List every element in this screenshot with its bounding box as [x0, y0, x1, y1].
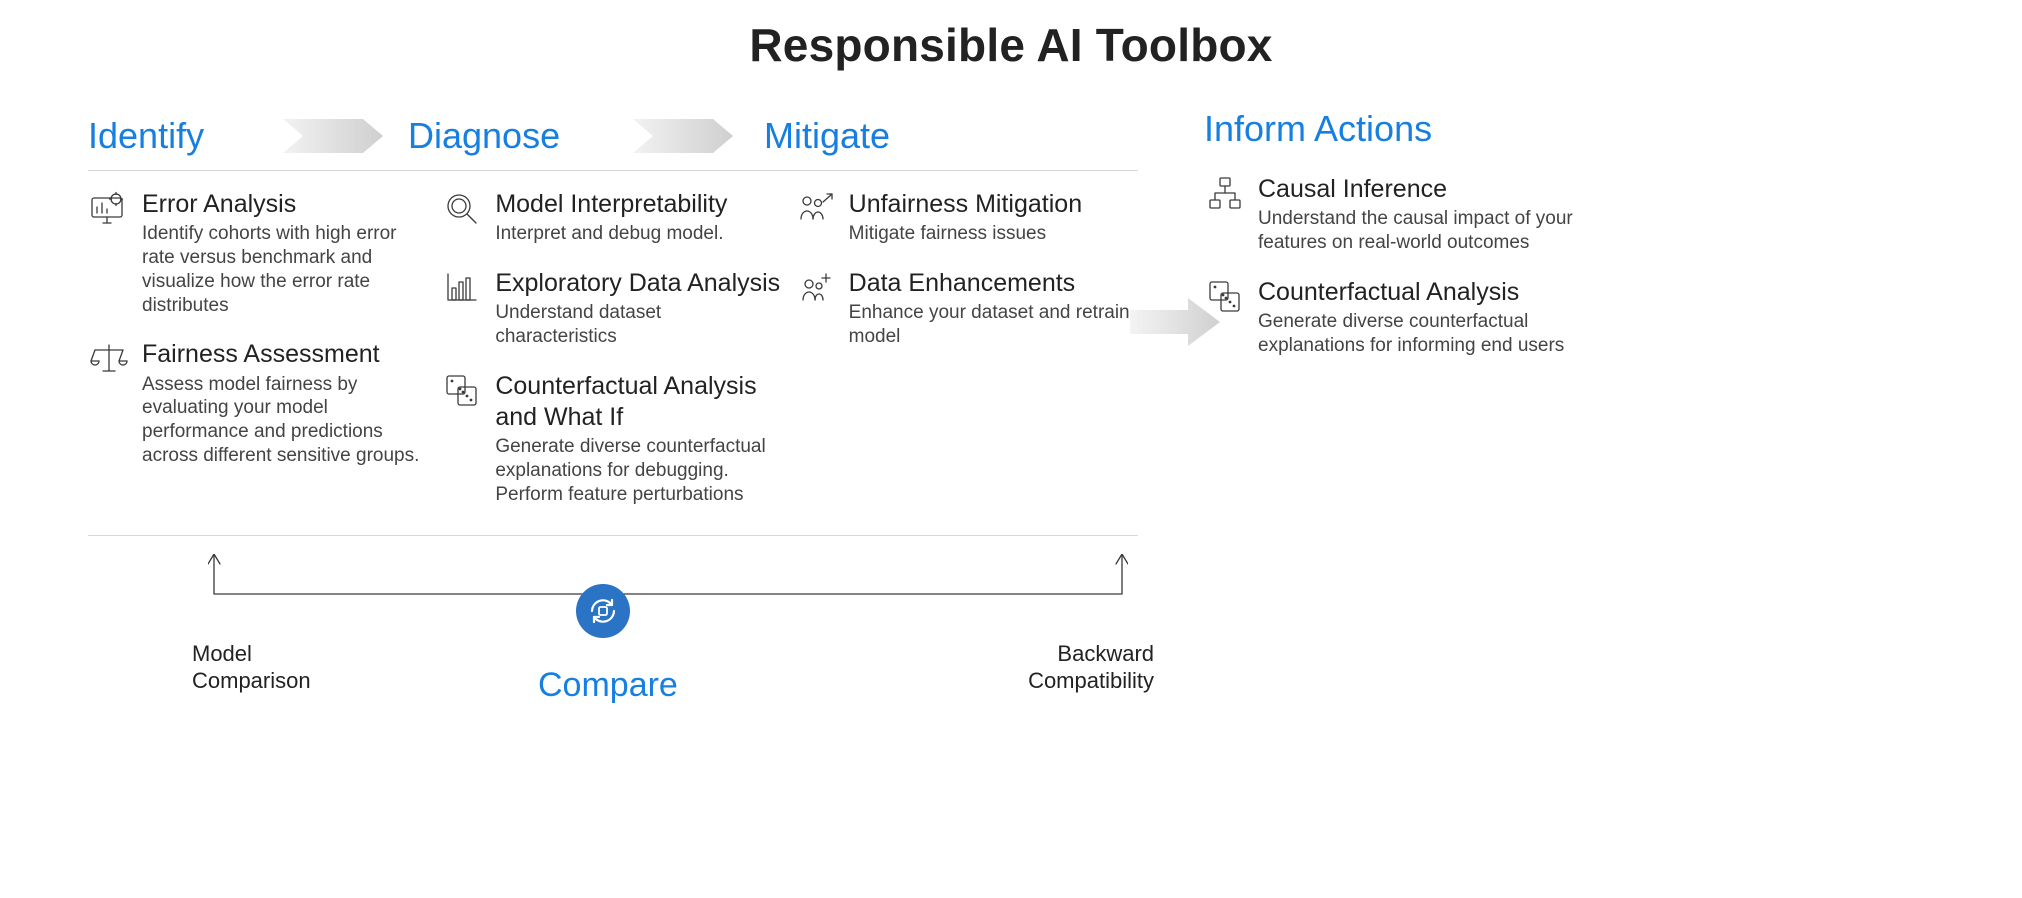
chevron-arrow-icon: [633, 116, 743, 156]
item-desc: Identify cohorts with high error rate ve…: [142, 222, 431, 317]
dice-icon: [1204, 277, 1246, 319]
compare-model-comparison: ModelComparison: [192, 640, 311, 695]
bar-chart-icon: [441, 268, 483, 310]
people-sparkle-icon: [795, 268, 837, 310]
arrow-diagnose-to-mitigate: [628, 116, 748, 156]
item-title: Causal Inference: [1258, 174, 1624, 205]
divider: [88, 535, 1138, 536]
stage-identify: Identify: [88, 115, 278, 157]
monitor-chart-gear-icon: [88, 189, 130, 231]
item-title: Error Analysis: [142, 189, 431, 220]
item-desc: Enhance your dataset and retrain model: [849, 301, 1138, 349]
compare-bracket: [208, 554, 1118, 604]
item-counterfactual-inform: Counterfactual Analysis Generate diverse…: [1204, 277, 1624, 358]
item-causal-inference: Causal Inference Understand the causal i…: [1204, 174, 1624, 255]
item-title: Model Interpretability: [495, 189, 784, 220]
item-desc: Interpret and debug model.: [495, 222, 784, 246]
arrow-identify-to-diagnose: [278, 116, 398, 156]
stage-inform: Inform Actions: [1204, 108, 1624, 150]
column-diagnose: Model Interpretability Interpret and deb…: [441, 189, 784, 529]
chevron-arrow-icon: [283, 116, 393, 156]
item-fairness-assessment: Fairness Assessment Assess model fairnes…: [88, 339, 431, 467]
item-title: Counterfactual Analysis: [1258, 277, 1624, 308]
item-desc: Understand dataset characteristics: [495, 301, 784, 349]
item-title: Fairness Assessment: [142, 339, 431, 370]
stage-mitigate: Mitigate: [764, 115, 890, 157]
flow-tree-icon: [1204, 174, 1246, 216]
item-desc: Mitigate fairness issues: [849, 222, 1138, 246]
item-data-enhancements: Data Enhancements Enhance your dataset a…: [795, 268, 1138, 349]
item-model-interpretability: Model Interpretability Interpret and deb…: [441, 189, 784, 246]
scales-icon: [88, 339, 130, 381]
page-title: Responsible AI Toolbox: [0, 0, 2022, 72]
item-eda: Exploratory Data Analysis Understand dat…: [441, 268, 784, 349]
item-title: Unfairness Mitigation: [849, 189, 1138, 220]
column-identify: Error Analysis Identify cohorts with hig…: [88, 189, 431, 529]
magnifier-icon: [441, 189, 483, 231]
item-desc: Generate diverse counterfactual explanat…: [1258, 310, 1624, 358]
stage-compare: Compare: [538, 666, 678, 705]
item-error-analysis: Error Analysis Identify cohorts with hig…: [88, 189, 431, 317]
stage-row: Identify Diagnose Mitigate: [88, 108, 1138, 164]
compare-backward-compat: BackwardCompatibility: [1028, 640, 1154, 695]
dice-icon: [441, 371, 483, 413]
column-mitigate: Unfairness Mitigation Mitigate fairness …: [795, 189, 1138, 529]
item-title: Counterfactual Analysis and What If: [495, 371, 784, 434]
people-arrow-icon: [795, 189, 837, 231]
divider: [88, 170, 1138, 171]
item-desc: Understand the causal impact of your fea…: [1258, 207, 1624, 255]
item-title: Data Enhancements: [849, 268, 1138, 299]
item-unfairness-mitigation: Unfairness Mitigation Mitigate fairness …: [795, 189, 1138, 246]
item-title: Exploratory Data Analysis: [495, 268, 784, 299]
item-desc: Assess model fairness by evaluating your…: [142, 373, 431, 468]
item-desc: Generate diverse counterfactual explanat…: [495, 435, 784, 506]
stage-diagnose: Diagnose: [408, 115, 628, 157]
item-counterfactual-whatif: Counterfactual Analysis and What If Gene…: [441, 371, 784, 507]
compare-cycle-icon: [576, 584, 630, 638]
